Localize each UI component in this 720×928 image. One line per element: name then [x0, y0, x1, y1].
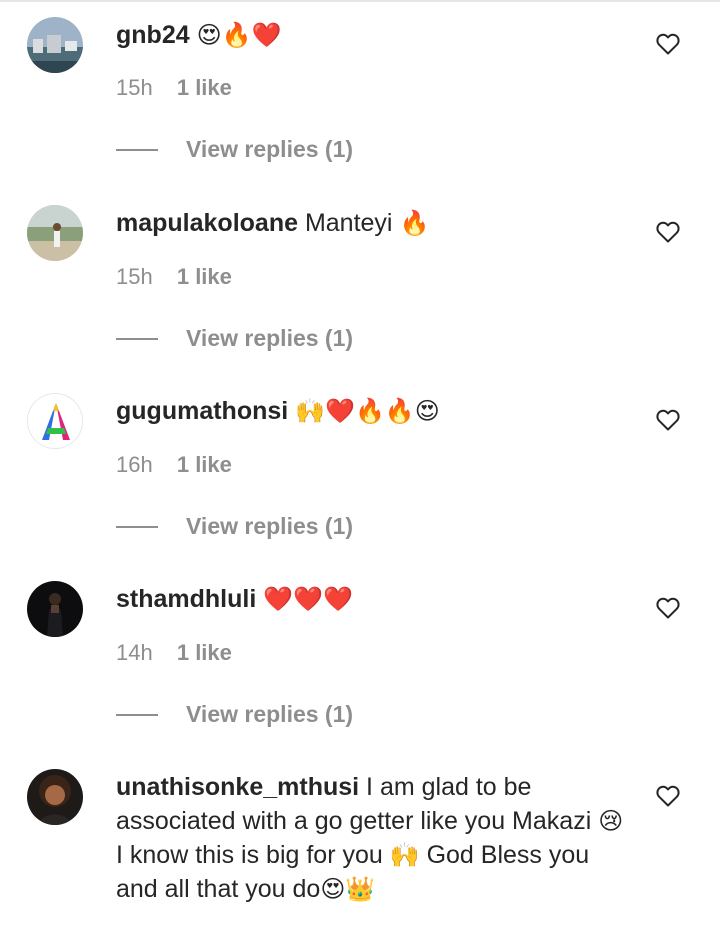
- comment-meta: 15h 1 like: [116, 75, 232, 101]
- view-replies-label: View replies (1): [186, 325, 354, 351]
- view-replies-button[interactable]: View replies (1): [116, 325, 353, 352]
- comment-username[interactable]: gugumathonsi: [116, 397, 288, 425]
- heart-outline-icon[interactable]: [656, 221, 680, 243]
- comment-time: 14h: [116, 640, 153, 665]
- comment-emoji: ❤️❤️❤️: [263, 585, 353, 613]
- comment-time: 15h: [116, 264, 153, 289]
- comment-username[interactable]: gnb24: [116, 21, 190, 49]
- woman-portrait-avatar: [27, 769, 83, 825]
- replies-dash: [116, 713, 158, 716]
- garden-person-avatar: [27, 205, 83, 261]
- comment-text: sthamdhluli ❤️❤️❤️: [116, 582, 636, 616]
- heart-outline-icon[interactable]: [656, 33, 680, 55]
- view-replies-button[interactable]: View replies (1): [116, 513, 353, 540]
- comment-text: unathisonke_mthusi I am glad to be assoc…: [116, 770, 636, 906]
- comment-username[interactable]: mapulakoloane: [116, 209, 298, 237]
- comment-text: gugumathonsi 🙌❤️🔥🔥😍: [116, 394, 636, 428]
- replies-dash: [116, 525, 158, 528]
- view-replies-button[interactable]: View replies (1): [116, 136, 353, 163]
- replies-dash: [116, 148, 158, 151]
- comment-emoji: 😍🔥❤️: [196, 21, 282, 49]
- colorful-letter-a-avatar: [28, 394, 82, 448]
- comment-username[interactable]: sthamdhluli: [116, 585, 256, 613]
- user-avatar[interactable]: [27, 769, 83, 825]
- comment-time: 16h: [116, 452, 153, 477]
- comment-meta: 14h 1 like: [116, 640, 232, 666]
- heart-outline-icon[interactable]: [656, 785, 680, 807]
- comment-time: 15h: [116, 75, 153, 100]
- replies-dash: [116, 337, 158, 340]
- user-avatar[interactable]: [27, 393, 83, 449]
- comment-text: gnb24 😍🔥❤️: [116, 18, 636, 52]
- comment-body: Manteyi: [304, 209, 393, 237]
- comment-meta: 15h 1 like: [116, 264, 232, 290]
- view-replies-button[interactable]: View replies (1): [116, 701, 353, 728]
- comment-emoji: 🙌❤️🔥🔥😍: [295, 397, 440, 425]
- comment-likes[interactable]: 1 like: [177, 452, 232, 477]
- view-replies-label: View replies (1): [186, 701, 354, 727]
- user-avatar[interactable]: [27, 205, 83, 261]
- view-replies-label: View replies (1): [186, 513, 354, 539]
- comment-likes[interactable]: 1 like: [177, 75, 232, 100]
- user-avatar[interactable]: [27, 581, 83, 637]
- view-replies-label: View replies (1): [186, 136, 354, 162]
- comment-text: mapulakoloane Manteyi 🔥: [116, 206, 636, 240]
- comment-emoji: 🔥: [399, 209, 430, 237]
- comment-emoji: 🙌: [389, 841, 420, 869]
- harbor-photo-avatar: [27, 17, 83, 73]
- dark-portrait-avatar: [27, 581, 83, 637]
- comment-likes[interactable]: 1 like: [177, 640, 232, 665]
- comment-meta: 16h 1 like: [116, 452, 232, 478]
- top-divider: [0, 0, 720, 2]
- comment-likes[interactable]: 1 like: [177, 264, 232, 289]
- user-avatar[interactable]: [27, 17, 83, 73]
- heart-outline-icon[interactable]: [656, 409, 680, 431]
- comment-emoji: 😍👑: [320, 875, 376, 903]
- comment-emoji: 😢: [598, 807, 624, 835]
- comment-username[interactable]: unathisonke_mthusi: [116, 773, 359, 801]
- heart-outline-icon[interactable]: [656, 597, 680, 619]
- comment-body-part: I know this is big for you: [116, 841, 390, 869]
